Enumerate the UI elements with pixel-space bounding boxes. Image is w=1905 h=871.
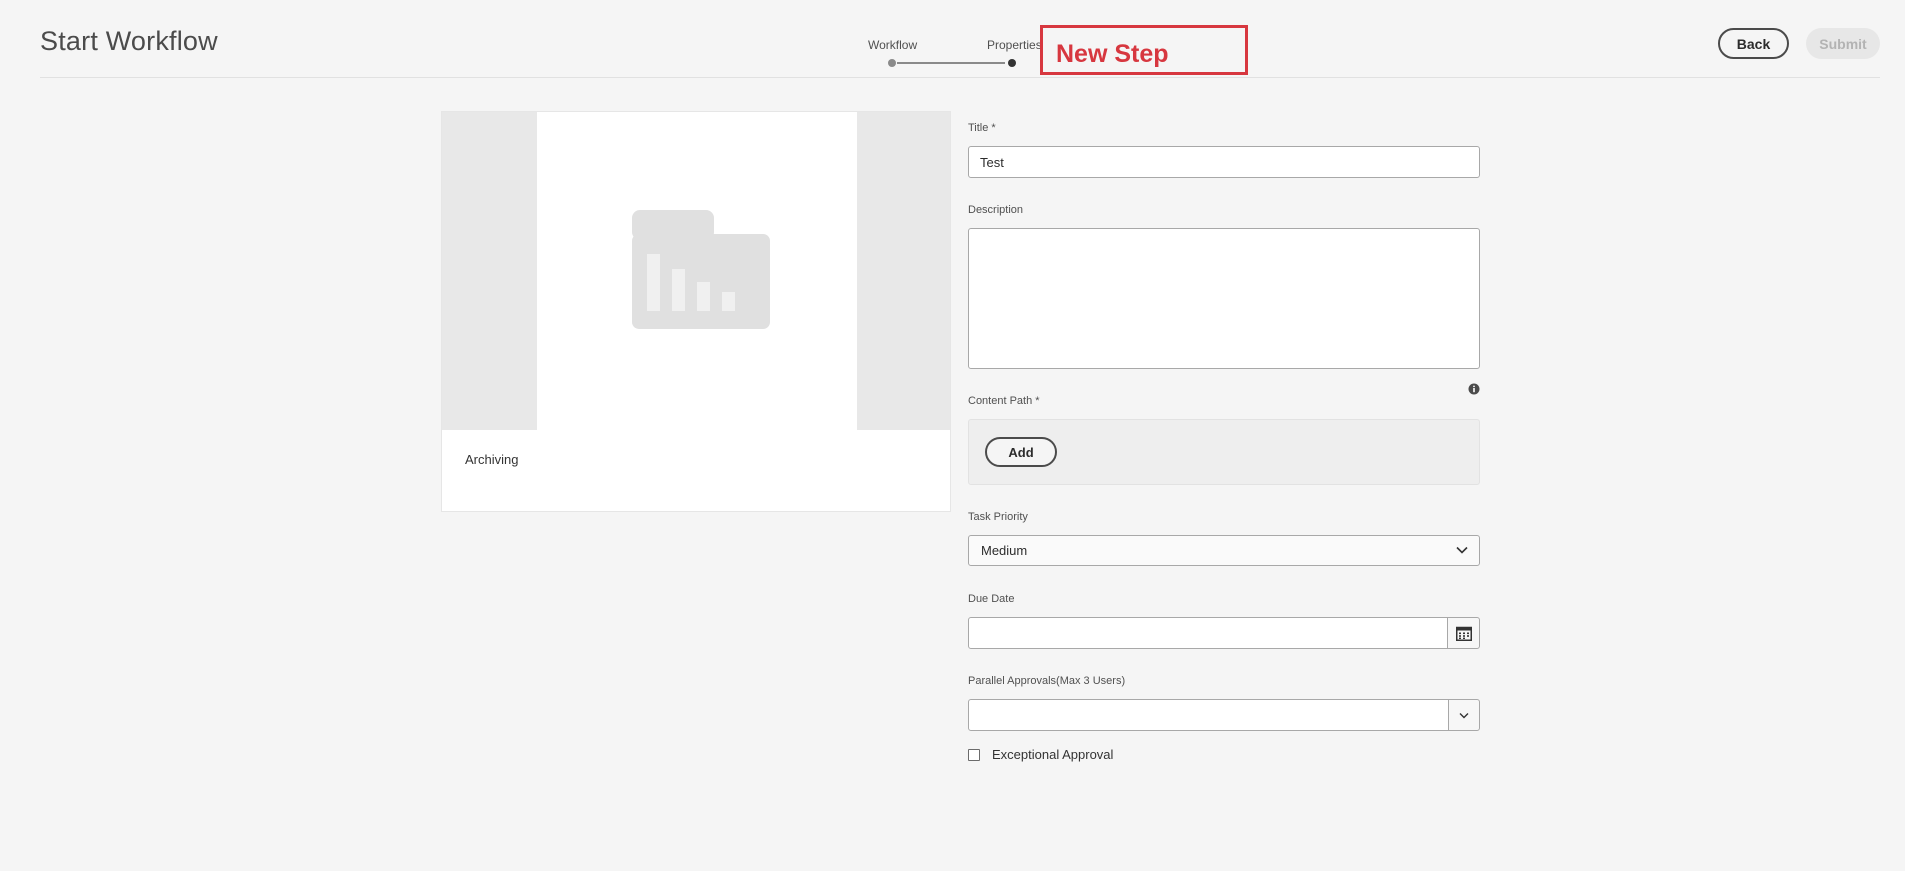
task-priority-select[interactable]: Medium: [968, 535, 1480, 566]
back-button[interactable]: Back: [1718, 28, 1789, 59]
page-title: Start Workflow: [40, 26, 218, 56]
add-content-path-button[interactable]: Add: [985, 437, 1057, 467]
chevron-down-icon: [1459, 712, 1469, 718]
content-path-label: Content Path *: [968, 395, 1040, 407]
title-label: Title *: [968, 122, 996, 134]
submit-button[interactable]: Submit: [1806, 28, 1880, 59]
calendar-icon: [1455, 626, 1472, 641]
due-date-label: Due Date: [968, 593, 1015, 605]
due-date-input[interactable]: [968, 617, 1448, 649]
step-label-workflow: Workflow: [868, 38, 918, 52]
step-dot-workflow: [888, 59, 896, 67]
header-divider: [40, 77, 1880, 78]
exceptional-approval-checkbox[interactable]: [968, 749, 980, 761]
new-step-annotation-text: New Step: [1056, 40, 1169, 68]
parallel-approvals-input[interactable]: [968, 699, 1449, 731]
new-step-annotation: New Step: [1040, 25, 1248, 75]
workflow-model-card[interactable]: Archiving: [441, 111, 951, 512]
description-label: Description: [968, 204, 1024, 216]
task-priority-value: Medium: [981, 543, 1028, 558]
title-input[interactable]: Test: [968, 146, 1480, 178]
step-label-properties: Properties: [987, 38, 1042, 52]
folder-chart-icon: [632, 210, 770, 329]
chevron-down-icon: [1456, 546, 1468, 554]
step-progress-line: [897, 62, 1005, 64]
parallel-approvals-label: Parallel Approvals(Max 3 Users): [968, 675, 1126, 687]
exceptional-approval-label[interactable]: Exceptional Approval: [992, 747, 1113, 762]
info-icon[interactable]: [1468, 383, 1480, 395]
due-date-calendar-button[interactable]: [1447, 617, 1480, 649]
card-thumbnail: [442, 112, 950, 430]
description-textarea[interactable]: [968, 228, 1480, 369]
step-dot-properties: [1008, 59, 1016, 67]
task-priority-label: Task Priority: [968, 511, 1028, 523]
parallel-approvals-dropdown-button[interactable]: [1448, 699, 1480, 731]
card-title: Archiving: [465, 452, 519, 467]
